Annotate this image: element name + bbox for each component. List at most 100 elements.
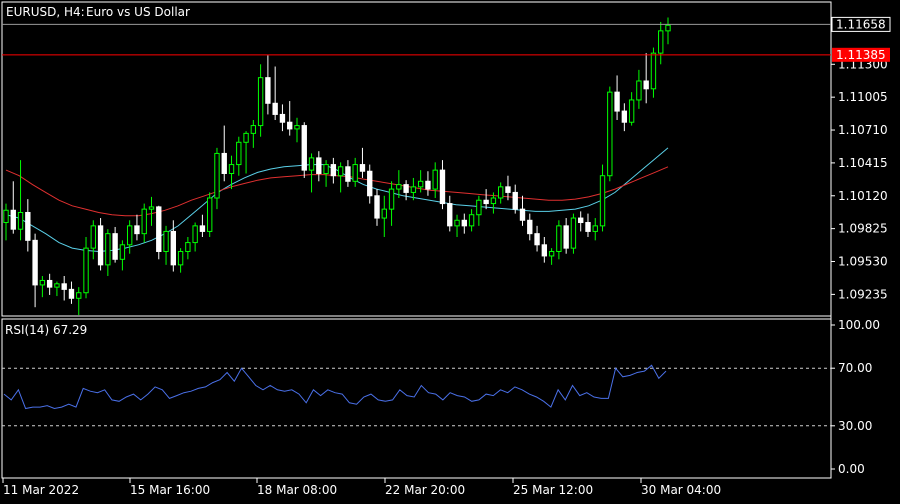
candle-body: [46, 279, 53, 288]
candle-body: [628, 99, 635, 123]
candle-body: [10, 209, 16, 230]
candle-body: [32, 239, 38, 286]
candle-body: [221, 152, 227, 174]
candle-body: [417, 180, 424, 188]
candle-body: [541, 244, 548, 257]
candle-body: [621, 110, 628, 123]
price-tick-label: 1.09235: [838, 287, 888, 301]
candle-body: [119, 244, 126, 260]
candle-body: [519, 208, 526, 221]
candle-body: [337, 166, 344, 177]
price-tick-label: 1.10415: [838, 156, 888, 170]
price-tick-label: 1.11005: [838, 90, 888, 104]
candle-body: [592, 225, 598, 232]
rsi-tick-label: 0.00: [838, 462, 865, 476]
candle-body: [39, 279, 46, 286]
rsi-tick-label: 30.00: [838, 419, 872, 433]
moving-average-line: [5, 166, 669, 217]
candle-body: [228, 164, 235, 174]
time-tick-label: 18 Mar 08:00: [257, 483, 337, 497]
candle-body: [272, 102, 278, 115]
candle-body: [54, 283, 60, 288]
time-tick-label: 25 Mar 12:00: [513, 483, 593, 497]
candle-body: [585, 222, 591, 232]
candle-body: [665, 24, 671, 32]
candle-body: [330, 164, 337, 177]
level-line-label: 1.11385: [836, 48, 886, 62]
candle-body: [207, 197, 213, 232]
candle-body: [265, 77, 271, 104]
candle-body: [126, 225, 133, 246]
candle-body: [323, 164, 329, 174]
candle-body: [643, 80, 649, 90]
candles: [3, 17, 671, 315]
time-axis: 11 Mar 2022 15 Mar 16:00 18 Mar 08:00 22 Ma…: [2, 478, 721, 497]
rsi-tick-label: 70.00: [838, 361, 872, 375]
candle-body: [279, 113, 286, 123]
time-tick-label: 11 Mar 2022: [3, 483, 79, 497]
candle-body: [614, 91, 620, 112]
candle-body: [316, 157, 322, 174]
candle-body: [556, 225, 562, 252]
candle-body: [156, 206, 162, 252]
rsi-tick-label: 100.00: [838, 318, 880, 332]
candle-body: [650, 52, 657, 90]
candle-body: [17, 211, 24, 230]
candle-body: [250, 125, 257, 134]
candle-body: [301, 125, 307, 171]
candle-body: [192, 225, 198, 244]
price-tick-label: 1.09825: [838, 222, 888, 236]
candle-body: [90, 225, 96, 249]
candle-body: [163, 230, 169, 252]
candle-body: [61, 283, 67, 290]
candle-body: [359, 164, 366, 172]
candle-body: [432, 169, 438, 190]
candle-body: [410, 186, 417, 193]
chart-window[interactable]: 1.11300 1.11005 1.10710 1.10415 1.10120 1.098…: [0, 0, 900, 500]
price-tick-label: 1.10710: [838, 123, 888, 137]
candle-body: [287, 121, 293, 130]
candle-body: [345, 166, 351, 182]
candle-body: [185, 242, 191, 252]
candle-body: [381, 208, 387, 219]
price-tick-label: 1.09530: [838, 255, 888, 269]
candle-body: [243, 132, 249, 143]
rsi-line: [3, 364, 667, 410]
candle-body: [439, 169, 446, 205]
price-axis: 1.113001.110051.107101.104151.101201.098…: [831, 57, 888, 301]
candle-body: [308, 157, 315, 171]
candle-body: [454, 219, 460, 227]
candle-body: [476, 199, 482, 216]
chart-canvas[interactable]: 1.113001.110051.107101.104151.101201.098…: [0, 0, 900, 500]
candle-body: [512, 191, 518, 210]
price-tick-label: 1.10120: [838, 189, 888, 203]
candle-body: [367, 170, 373, 197]
candle-body: [134, 225, 140, 235]
candle-body: [112, 233, 118, 260]
candle-body: [483, 199, 489, 205]
candle-body: [177, 250, 184, 266]
candle-body: [257, 77, 264, 127]
candle-body: [68, 288, 75, 299]
candle-body: [352, 164, 358, 182]
rsi-axis: 100.00 70.00 30.00 0.00: [831, 318, 880, 476]
rsi-label: RSI(14) 67.29: [5, 323, 87, 337]
candle-body: [497, 186, 504, 199]
candle-body: [447, 203, 453, 227]
candle-body: [425, 180, 431, 190]
candle-body: [148, 206, 155, 210]
candle-body: [534, 233, 540, 246]
candle-body: [490, 197, 497, 205]
level-price-tag: 1.11385: [832, 47, 890, 62]
candle-body: [570, 217, 577, 249]
time-tick-label: 22 Mar 20:00: [385, 483, 465, 497]
candle-body: [527, 219, 533, 235]
candle-body: [548, 250, 555, 257]
candle-body: [97, 225, 104, 266]
candle-body: [76, 292, 82, 299]
current-price-label: 1.11658: [836, 17, 886, 31]
time-tick-label: 15 Mar 16:00: [130, 483, 210, 497]
candle-body: [3, 209, 9, 224]
candle-body: [607, 91, 613, 177]
candle-body: [578, 217, 584, 224]
